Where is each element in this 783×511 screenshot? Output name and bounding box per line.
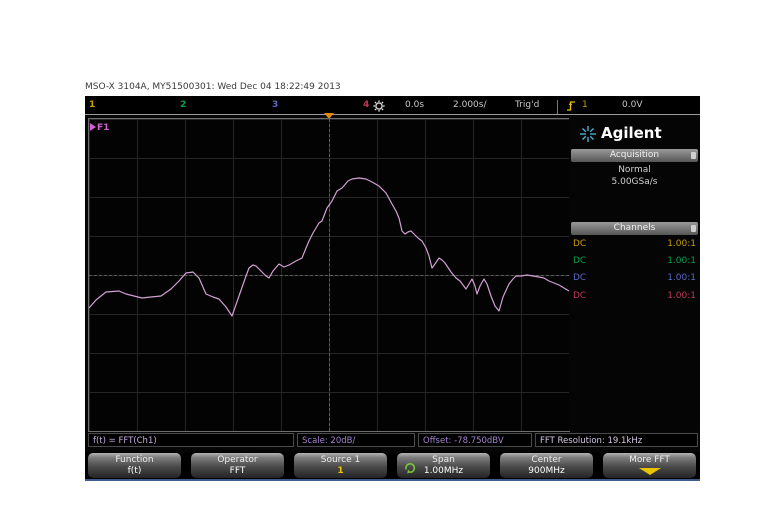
channel-1-probe-ratio: 1.00:1 <box>667 239 696 249</box>
topbar-divider <box>557 100 558 114</box>
f1-function-label: F1 <box>90 123 109 133</box>
oscilloscope-screen: 1 2 3 4 0.0s 2.000s/ Trig'd 1 0.0V F1 Ag… <box>85 96 700 481</box>
channels-panel-header[interactable]: Channels <box>571 222 698 235</box>
softkey-center[interactable]: Center 900MHz <box>500 453 593 478</box>
softkey-span[interactable]: Span 1.00MHz <box>397 453 490 478</box>
channel-4-probe-ratio: 1.00:1 <box>667 291 696 301</box>
trigger-source-readout[interactable]: 1 <box>582 100 588 110</box>
channel-2-probe-ratio: 1.00:1 <box>667 256 696 266</box>
softkey-source-1[interactable]: Source 1 1 <box>294 453 387 478</box>
status-topbar: 1 2 3 4 0.0s 2.000s/ Trig'd 1 0.0V <box>85 96 700 115</box>
channel-4-coupling: DC <box>573 291 587 301</box>
trigger-edge-icon <box>566 100 576 115</box>
waveform-graticule: F1 <box>88 118 570 432</box>
brand-name: Agilent <box>601 124 662 142</box>
timebase-readout[interactable]: 2.000s/ <box>453 100 487 110</box>
f1-reference-marker-icon <box>90 123 96 131</box>
channel-3-indicator[interactable]: 3 <box>272 100 278 110</box>
channel-3-coupling: DC <box>573 273 587 283</box>
brand-logo: Agilent <box>569 122 700 146</box>
spark-icon <box>579 125 597 147</box>
window-title: MSO-X 3104A, MY51500301: Wed Dec 04 18:2… <box>85 82 341 92</box>
down-arrow-icon <box>638 468 661 475</box>
screenshot-canvas: MSO-X 3104A, MY51500301: Wed Dec 04 18:2… <box>0 0 783 511</box>
channel-2-coupling: DC <box>573 256 587 266</box>
fft-offset-readout[interactable]: Offset: -78.750dBV <box>418 433 532 447</box>
acquisition-mode: Normal <box>618 165 651 175</box>
acquisition-panel-header[interactable]: Acquisition <box>571 149 698 162</box>
fft-trace <box>89 177 569 317</box>
channel-3-probe-ratio: 1.00:1 <box>667 273 696 283</box>
fft-trace-plot <box>89 177 569 317</box>
trigger-level-readout[interactable]: 0.0V <box>622 100 642 110</box>
channel-3-row[interactable]: DC 1.00:1 <box>571 271 698 286</box>
function-definition-readout[interactable]: f(t) = FFT(Ch1) <box>88 433 294 447</box>
fft-status-row: f(t) = FFT(Ch1) Scale: 20dB/ Offset: -78… <box>85 433 700 449</box>
fft-scale-readout[interactable]: Scale: 20dB/ <box>297 433 415 447</box>
softkey-function[interactable]: Function f(t) <box>88 453 181 478</box>
softkey-operator[interactable]: Operator FFT <box>191 453 284 478</box>
channel-4-indicator[interactable]: 4 <box>363 100 369 110</box>
info-sidebar: Agilent Acquisition Normal 5.00GSa/s Cha… <box>569 118 700 431</box>
bottom-accent-line <box>85 479 700 481</box>
horizontal-delay-readout[interactable]: 0.0s <box>405 100 424 110</box>
channel-1-coupling: DC <box>573 239 587 249</box>
trigger-status: Trig'd <box>515 100 540 110</box>
acquisition-sample-rate: 5.00GSa/s <box>611 177 658 187</box>
fft-resolution-readout: FFT Resolution: 19.1kHz <box>535 433 698 447</box>
cycle-arrow-icon <box>404 459 416 478</box>
channel-1-indicator[interactable]: 1 <box>89 100 95 110</box>
channel-2-row[interactable]: DC 1.00:1 <box>571 254 698 269</box>
channel-4-row[interactable]: DC 1.00:1 <box>571 289 698 304</box>
gear-icon[interactable] <box>373 100 385 115</box>
channel-1-row[interactable]: DC 1.00:1 <box>571 237 698 252</box>
softkey-more-fft[interactable]: More FFT <box>603 453 696 478</box>
channel-2-indicator[interactable]: 2 <box>180 100 186 110</box>
softkey-menu: Function f(t) Operator FFT Source 1 1 Sp… <box>85 452 700 479</box>
